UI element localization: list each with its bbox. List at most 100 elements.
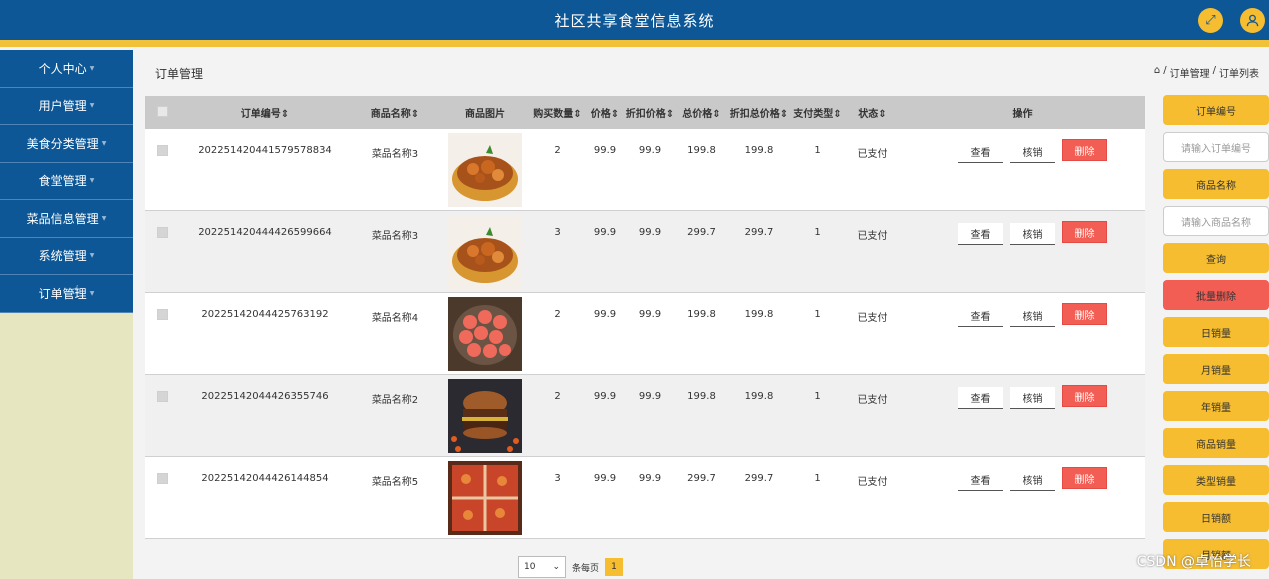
sidebar-item-dishes[interactable]: 菜品信息管理 ▼ — [0, 200, 133, 238]
delete-button[interactable]: 删除 — [1062, 385, 1107, 407]
chevron-down-icon: ▼ — [89, 289, 95, 297]
sidebar-item-canteen[interactable]: 食堂管理 ▼ — [0, 162, 133, 200]
cell-qty: 2 — [554, 391, 561, 402]
cell-pay-type: 1 — [814, 309, 821, 320]
delete-button[interactable]: 删除 — [1062, 303, 1107, 325]
cell-discount-price: 99.9 — [638, 227, 662, 238]
sidebar: 个人中心 ▼ 用户管理 ▼ 美食分类管理 ▼ 食堂管理 ▼ 菜品信息管理 ▼ 系统管理 ▼ … — [0, 50, 133, 579]
stat-button[interactable]: 商品销量 — [1163, 428, 1269, 458]
breadcrumb: ⌂ / 订单管理 / 订单列表 — [1153, 65, 1259, 80]
col-qty[interactable]: 购买数量⇕ — [530, 105, 585, 120]
delete-button[interactable]: 删除 — [1062, 221, 1107, 243]
verify-button[interactable]: 核销 — [1010, 387, 1055, 409]
order-table: 订单编号⇕ 商品名称⇕ 商品图片 购买数量⇕ 价格⇕ 折扣价格⇕ 总价格⇕ 折扣… — [145, 96, 1145, 539]
query-button[interactable]: 查询 — [1163, 243, 1269, 273]
sidebar-item-profile[interactable]: 个人中心 ▼ — [0, 50, 133, 88]
select-all-checkbox[interactable] — [145, 105, 180, 120]
cell-total: 199.8 — [687, 391, 716, 402]
name-input[interactable]: 请输入商品名称 — [1163, 206, 1269, 236]
view-button[interactable]: 查看 — [958, 305, 1003, 327]
col-image: 商品图片 — [465, 109, 505, 120]
row-checkbox[interactable] — [145, 457, 180, 487]
cell-order-no: 20225142044426144854 — [201, 473, 329, 484]
cell-ops: 查看 核销 删除 — [900, 457, 1145, 491]
chevron-down-icon: ▼ — [89, 252, 95, 260]
user-icon[interactable] — [1240, 8, 1265, 33]
cell-ops: 查看 核销 删除 — [900, 211, 1145, 245]
pagination: 10 ⌄ 条每页 1 — [518, 556, 624, 578]
table-row: 20225142044426144854 菜品名称5 3 99.9 99.9 299.7 2… — [145, 457, 1145, 539]
row-checkbox[interactable] — [145, 375, 180, 405]
stat-button[interactable]: 日销额 — [1163, 502, 1269, 532]
dish-image — [448, 461, 522, 535]
col-discount-total[interactable]: 折扣总价格⇕ — [728, 105, 790, 120]
verify-button[interactable]: 核销 — [1010, 223, 1055, 245]
cell-order-no: 20225142044426355746 — [201, 391, 329, 402]
verify-button[interactable]: 核销 — [1010, 141, 1055, 163]
cell-pay-type: 1 — [814, 145, 821, 156]
cell-total: 199.8 — [687, 309, 716, 320]
page-size-select[interactable]: 10 ⌄ — [518, 556, 566, 578]
row-checkbox[interactable] — [145, 293, 180, 323]
row-checkbox[interactable] — [145, 129, 180, 159]
delete-button[interactable]: 删除 — [1062, 139, 1107, 161]
col-name[interactable]: 商品名称⇕ — [350, 105, 440, 120]
row-checkbox[interactable] — [145, 211, 180, 241]
sidebar-item-system[interactable]: 系统管理 ▼ — [0, 237, 133, 275]
cell-image — [440, 375, 530, 453]
table-row: 202251420441579578834 菜品名称3 2 99.9 99.9 199.8… — [145, 129, 1145, 211]
batch-delete-button[interactable]: 批量删除 — [1163, 280, 1269, 310]
view-button[interactable]: 查看 — [958, 387, 1003, 409]
cell-name: 菜品名称3 — [371, 231, 419, 242]
sidebar-item-users[interactable]: 用户管理 ▼ — [0, 87, 133, 125]
cell-ops: 查看 核销 删除 — [900, 293, 1145, 327]
stat-button[interactable]: 日销量 — [1163, 317, 1269, 347]
verify-button[interactable]: 核销 — [1010, 469, 1055, 491]
cell-price: 99.9 — [593, 227, 617, 238]
stat-button[interactable]: 月销量 — [1163, 354, 1269, 384]
cell-qty: 2 — [554, 309, 561, 320]
dish-image — [448, 297, 522, 371]
cell-discount-total: 199.8 — [744, 145, 774, 156]
cell-image — [440, 129, 530, 207]
chevron-down-icon: ⌄ — [552, 562, 560, 572]
name-label: 商品名称 — [1163, 169, 1269, 199]
verify-button[interactable]: 核销 — [1010, 305, 1055, 327]
home-icon[interactable]: ⌂ — [1154, 65, 1160, 80]
per-page-label: 条每页 — [572, 563, 600, 574]
header-accent-bar — [0, 40, 1269, 47]
cell-price: 99.9 — [593, 145, 617, 156]
col-discount-price[interactable]: 折扣价格⇕ — [625, 105, 675, 120]
breadcrumb-item: 订单列表 — [1219, 69, 1259, 80]
cell-price: 99.9 — [593, 309, 617, 320]
cell-order-no: 202251420441579578834 — [198, 145, 332, 156]
cell-ops: 查看 核销 删除 — [900, 129, 1145, 163]
sidebar-item-food-category[interactable]: 美食分类管理 ▼ — [0, 125, 133, 163]
cell-discount-price: 99.9 — [638, 473, 662, 484]
stat-button[interactable]: 类型销量 — [1163, 465, 1269, 495]
cell-status: 已支付 — [857, 313, 888, 324]
col-price[interactable]: 价格⇕ — [585, 105, 625, 120]
expand-icon[interactable]: ⤢ — [1198, 8, 1223, 33]
cell-name: 菜品名称4 — [371, 313, 419, 324]
delete-button[interactable]: 删除 — [1062, 467, 1107, 489]
view-button[interactable]: 查看 — [958, 223, 1003, 245]
cell-discount-total: 199.8 — [744, 391, 774, 402]
col-order-no[interactable]: 订单编号⇕ — [180, 105, 350, 120]
sidebar-item-orders[interactable]: 订单管理 ▼ — [0, 275, 133, 313]
cell-discount-price: 99.9 — [638, 145, 662, 156]
page-button-current[interactable]: 1 — [605, 558, 624, 576]
app-title: 社区共享食堂信息系统 — [554, 12, 715, 30]
col-status[interactable]: 状态⇕ — [845, 105, 900, 120]
cell-name: 菜品名称2 — [371, 395, 419, 406]
breadcrumb-item[interactable]: 订单管理 — [1170, 65, 1210, 80]
col-total[interactable]: 总价格⇕ — [675, 105, 728, 120]
view-button[interactable]: 查看 — [958, 141, 1003, 163]
cell-qty: 3 — [554, 227, 561, 238]
stat-button[interactable]: 年销量 — [1163, 391, 1269, 421]
table-header: 订单编号⇕ 商品名称⇕ 商品图片 购买数量⇕ 价格⇕ 折扣价格⇕ 总价格⇕ 折扣… — [145, 96, 1145, 129]
view-button[interactable]: 查看 — [958, 469, 1003, 491]
cell-pay-type: 1 — [814, 391, 821, 402]
col-pay-type[interactable]: 支付类型⇕ — [790, 105, 845, 120]
order-no-input[interactable]: 请输入订单编号 — [1163, 132, 1269, 162]
